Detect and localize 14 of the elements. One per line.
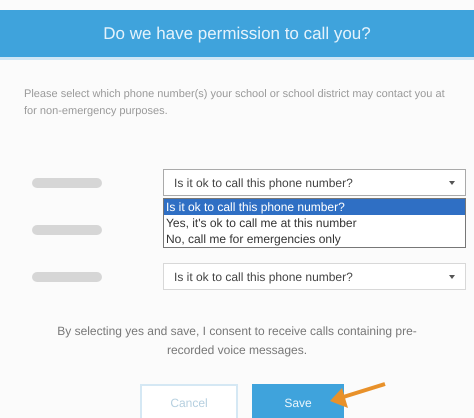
phone-permission-select[interactable]: Is it ok to call this phone number? — [163, 263, 466, 290]
blurred-phone-number — [32, 224, 102, 234]
instructions-text: Please select which phone number(s) your school or school district may contact you at for non-emergency purposes. — [24, 87, 446, 119]
consent-text: By selecting yes and save, I consent to receive calls containing pre-recorded voice messages. — [56, 323, 418, 359]
blurred-phone-number — [32, 178, 102, 188]
caret-icon — [449, 274, 455, 278]
dropdown-option[interactable]: Yes, it's ok to call me at this number — [164, 215, 465, 231]
blurred-phone-number — [32, 272, 102, 282]
caret-icon — [449, 180, 455, 184]
arrow-annotation — [328, 381, 386, 409]
phone-permission-select[interactable]: Is it ok to call this phone number? — [163, 169, 466, 196]
dropdown-option[interactable]: Is it ok to call this phone number? — [164, 199, 465, 215]
dialog-title: Do we have permission to call you? — [103, 22, 371, 45]
dropdown-option[interactable]: No, call me for emergencies only — [164, 231, 465, 247]
